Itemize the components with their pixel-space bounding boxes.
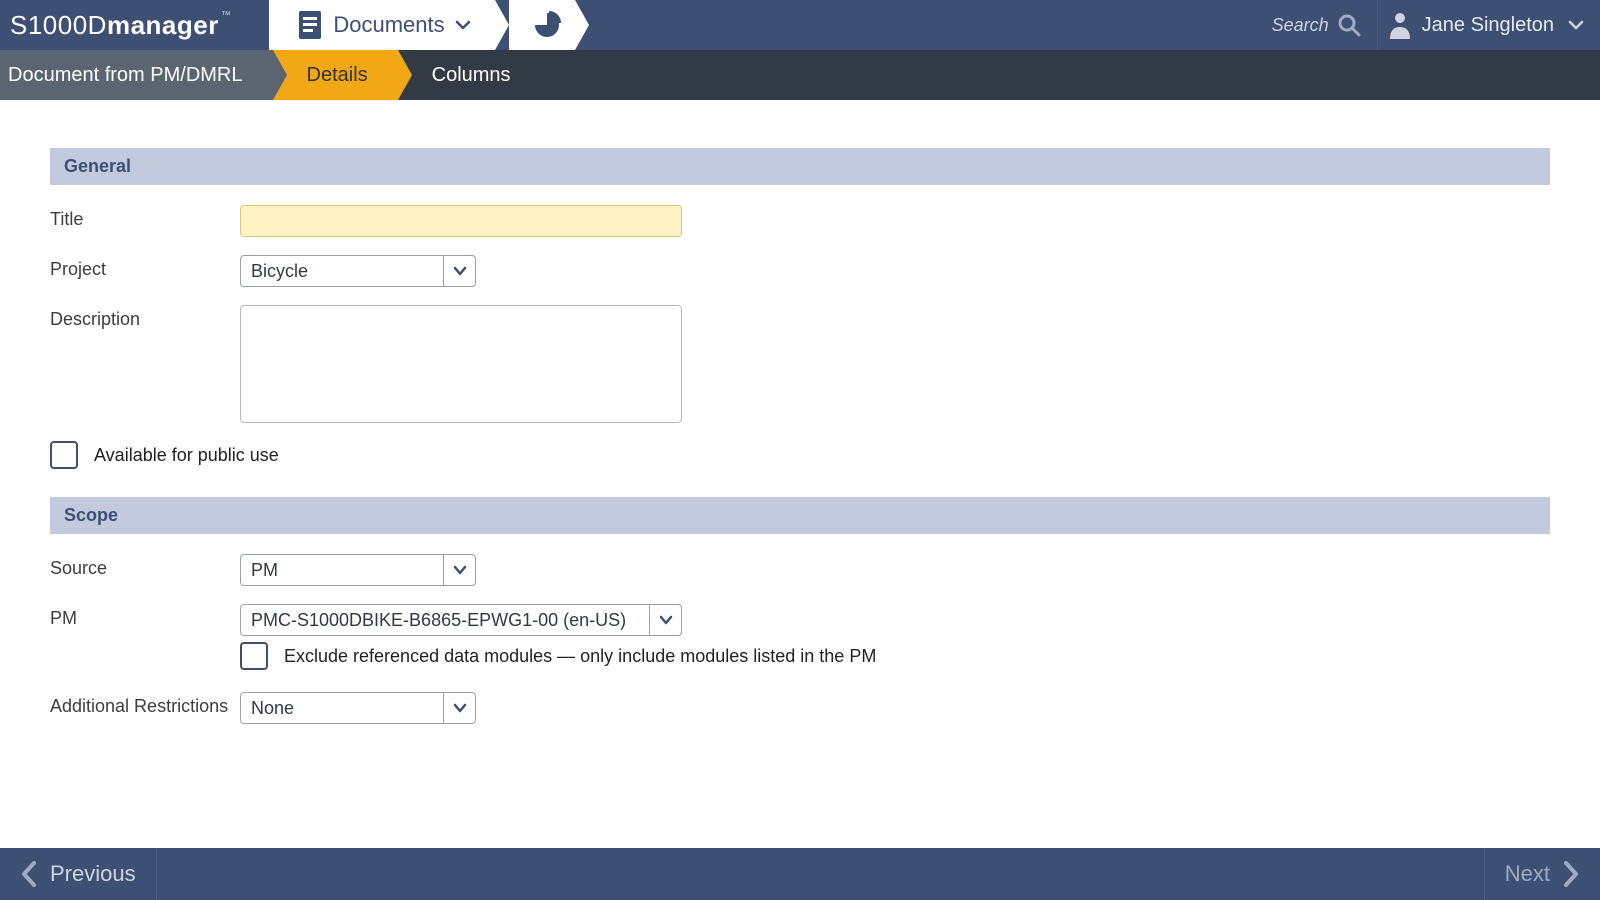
next-label: Next [1505, 861, 1550, 887]
exclude-referenced-checkbox[interactable] [240, 642, 268, 670]
title-input[interactable] [240, 205, 682, 237]
pie-chart-icon [533, 11, 561, 39]
additional-restrictions-value: None [241, 698, 443, 719]
pm-select[interactable]: PMC-S1000DBIKE-B6865-EPWG1-00 (en-US) [240, 604, 682, 636]
logo-text-bold: manager [107, 10, 219, 40]
description-textarea[interactable] [240, 305, 682, 423]
user-menu[interactable]: Jane Singleton [1377, 0, 1600, 50]
chevron-down-icon [649, 605, 681, 635]
bottom-bar: Previous Next [0, 848, 1600, 900]
next-button[interactable]: Next [1484, 848, 1600, 900]
user-icon [1388, 11, 1412, 39]
nav-documents-label: Documents [333, 12, 444, 38]
trademark-icon: ™ [221, 10, 232, 21]
chevron-down-icon [443, 256, 475, 286]
wizard-step-columns[interactable]: Columns [398, 50, 541, 100]
main-form: General Title Project Bicycle Descriptio… [0, 100, 1600, 724]
chevron-down-icon [443, 555, 475, 585]
section-header-scope: Scope [50, 497, 1550, 534]
section-header-general: General [50, 148, 1550, 185]
public-use-label: Available for public use [94, 445, 279, 466]
nav-reports[interactable] [509, 0, 575, 50]
logo-text-light: S1000D [10, 10, 107, 40]
wizard-breadcrumb: Document from PM/DMRL Details Columns [0, 50, 1600, 100]
exclude-referenced-label: Exclude referenced data modules — only i… [284, 646, 876, 667]
wizard-step-label: Document from PM/DMRL [8, 64, 243, 87]
chevron-down-icon [1568, 17, 1584, 33]
chevron-left-icon [20, 860, 40, 888]
user-name: Jane Singleton [1422, 14, 1554, 37]
wizard-step-label: Columns [432, 64, 511, 87]
pm-value: PMC-S1000DBIKE-B6865-EPWG1-00 (en-US) [241, 610, 649, 631]
chevron-down-icon [455, 17, 471, 33]
additional-restrictions-select[interactable]: None [240, 692, 476, 724]
chevron-down-icon [443, 693, 475, 723]
document-icon [297, 10, 323, 40]
public-use-checkbox[interactable] [50, 441, 78, 469]
previous-label: Previous [50, 861, 136, 887]
project-select[interactable]: Bicycle [240, 255, 476, 287]
label-description: Description [50, 305, 240, 330]
nav-documents[interactable]: Documents [269, 0, 494, 50]
search-icon [1337, 13, 1361, 37]
search-label: Search [1272, 15, 1329, 36]
top-bar: S1000Dmanager™ Documents Search [0, 0, 1600, 50]
wizard-step-label: Details [307, 64, 368, 87]
project-value: Bicycle [241, 261, 443, 282]
source-value: PM [241, 560, 443, 581]
app-logo: S1000Dmanager™ [0, 0, 255, 50]
label-project: Project [50, 255, 240, 280]
search-button[interactable]: Search [1272, 0, 1377, 50]
source-select[interactable]: PM [240, 554, 476, 586]
chevron-right-icon [1560, 860, 1580, 888]
wizard-step-details[interactable]: Details [273, 50, 398, 100]
label-source: Source [50, 554, 240, 579]
label-pm: PM [50, 604, 240, 629]
label-title: Title [50, 205, 240, 230]
label-additional-restrictions: Additional Restrictions [50, 692, 240, 717]
wizard-step-source[interactable]: Document from PM/DMRL [0, 50, 273, 100]
previous-button[interactable]: Previous [0, 848, 157, 900]
